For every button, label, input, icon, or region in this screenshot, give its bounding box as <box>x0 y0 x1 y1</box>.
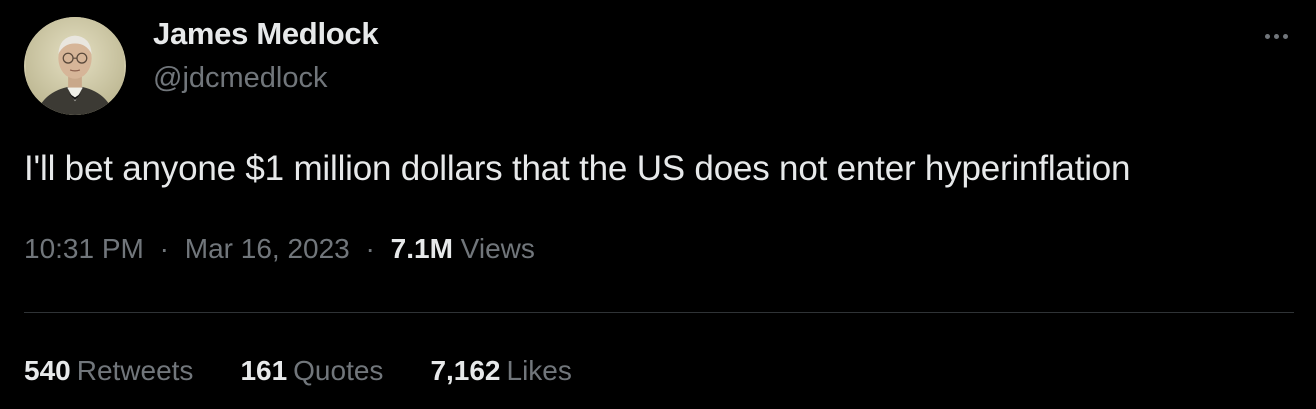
meta-separator: · <box>159 233 169 264</box>
quotes-count: 161 <box>240 355 288 386</box>
tweet-time[interactable]: 10:31 PM <box>24 233 144 264</box>
avatar-image <box>26 17 124 115</box>
tweet-meta: 10:31 PM · Mar 16, 2023 · 7.1M Views <box>24 233 535 265</box>
more-options-button[interactable] <box>1256 22 1296 50</box>
retweets-label: Retweets <box>76 355 194 386</box>
more-horizontal-icon-dot <box>1273 33 1279 39</box>
engagement-stats: 540 Retweets 161 Quotes 7,162 Likes <box>24 355 572 387</box>
likes-label: Likes <box>506 355 572 386</box>
tweet-date[interactable]: Mar 16, 2023 <box>185 233 350 264</box>
tweet-text: I'll bet anyone $1 million dollars that … <box>24 149 1131 188</box>
quotes-stat[interactable]: 161 Quotes <box>240 355 383 387</box>
likes-count: 7,162 <box>430 355 501 386</box>
user-handle[interactable]: @jdcmedlock <box>153 62 328 95</box>
divider <box>24 312 1294 313</box>
views-label: Views <box>460 233 535 264</box>
meta-separator: · <box>365 233 375 264</box>
more-horizontal-icon-dot <box>1282 33 1288 39</box>
views-count: 7.1M <box>390 233 453 264</box>
retweets-stat[interactable]: 540 Retweets <box>24 355 193 387</box>
quotes-label: Quotes <box>293 355 384 386</box>
tweet-card: James Medlock @jdcmedlock I'll bet anyon… <box>0 0 1316 409</box>
avatar[interactable] <box>24 17 126 115</box>
retweets-count: 540 <box>24 355 71 386</box>
more-horizontal-icon <box>1264 33 1270 39</box>
likes-stat[interactable]: 7,162 Likes <box>430 355 571 387</box>
display-name[interactable]: James Medlock <box>153 16 379 52</box>
